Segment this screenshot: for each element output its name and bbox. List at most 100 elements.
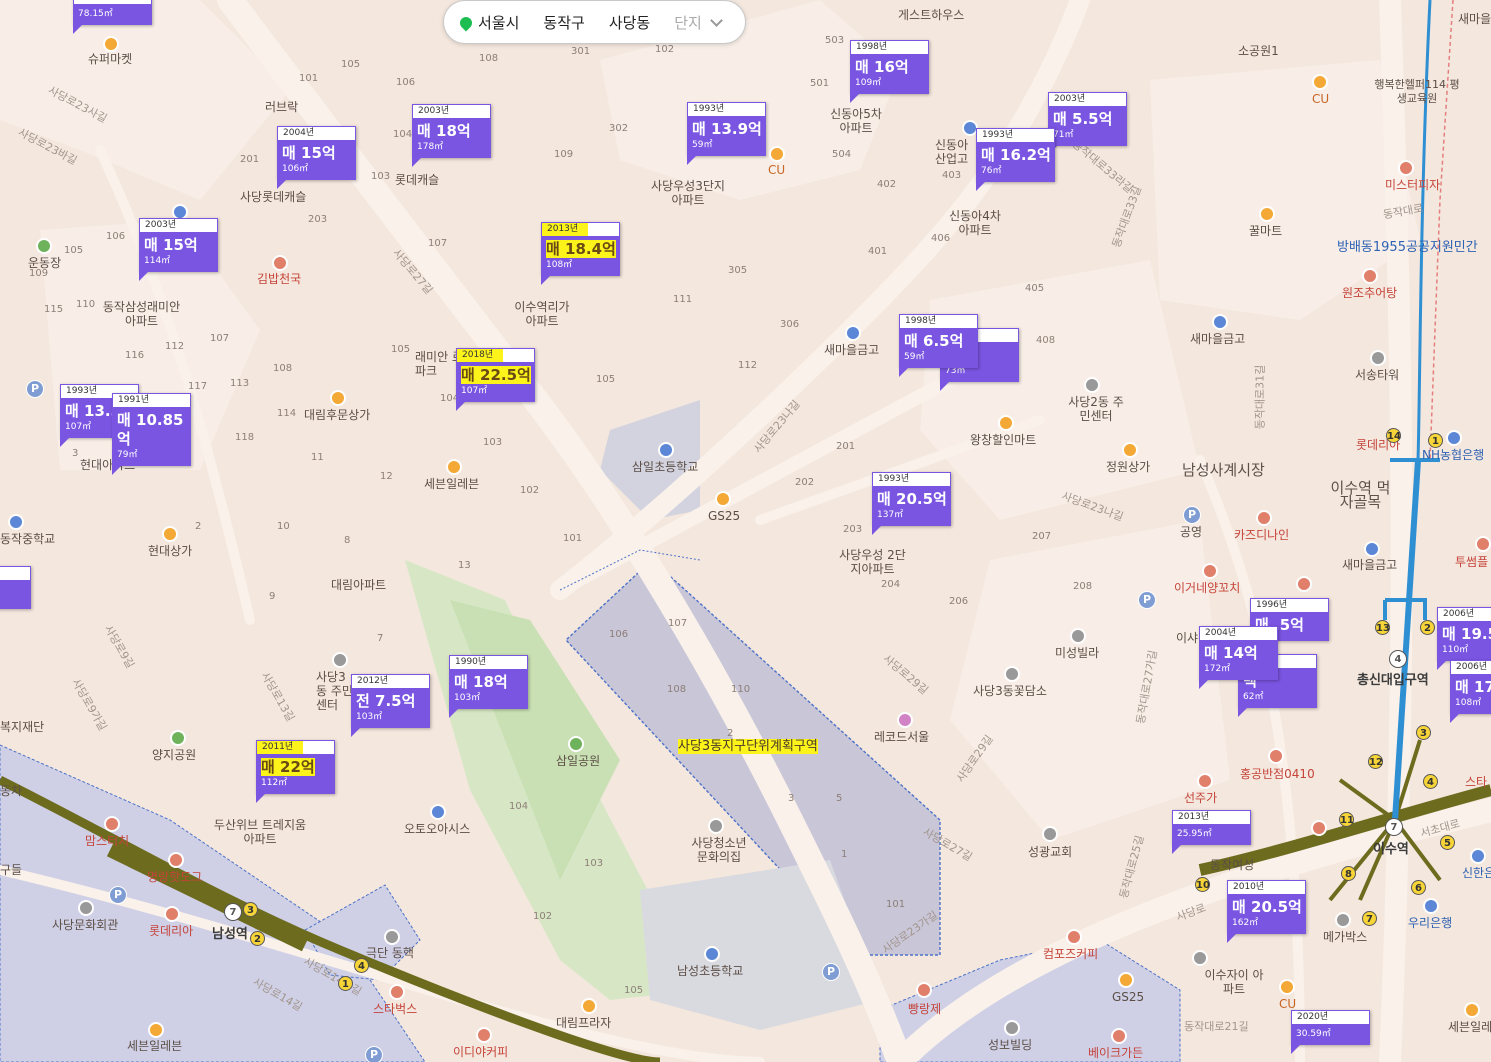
place-cadinaine[interactable]: 카즈디나인 [1234,528,1289,542]
place-nh[interactable]: NH농협은행 [1422,448,1484,462]
place-sevenel-2[interactable]: 세븐일레 [1448,1020,1491,1034]
place-woosung3[interactable]: 사당우성3단지 아파트 [648,179,728,207]
exit-12-icon[interactable]: 12 [1368,754,1383,769]
restaurant-pin-icon[interactable] [1202,563,1218,579]
place-yangji[interactable]: 양지공원 [152,748,196,762]
place-saemaeul-kg-3[interactable]: 새마을금고 [1342,558,1397,572]
mart-pin-icon[interactable] [1259,206,1275,222]
cinema-pin-icon[interactable] [1335,912,1351,928]
place-rubrack[interactable]: 러브락 [265,100,298,114]
cafe-pin-icon[interactable] [1111,1028,1127,1044]
listing-marker[interactable]: 억 [0,566,31,609]
theater-pin-icon[interactable] [384,929,400,945]
place-gongyoung[interactable]: 공영 [1180,525,1202,539]
exit-3-icon[interactable]: 3 [1416,725,1431,740]
listing-marker[interactable]: 2013년 25.95㎡ [1172,810,1251,854]
restaurant-pin-icon[interactable] [164,906,180,922]
place-doosan[interactable]: 두산위브 트레지움아파트 [210,818,310,846]
restaurant-pin-icon[interactable] [1197,773,1213,789]
place-gudeul[interactable]: 구들 [0,863,22,877]
culture-pin-icon[interactable] [78,900,94,916]
place-kimbap[interactable]: 김밥천국 [257,272,301,286]
place-isu-xi[interactable]: 이수자이 아파트 [1204,968,1264,996]
exit-1-icon[interactable]: 1 [1428,433,1443,448]
station-7-icon[interactable]: 7 [1385,818,1403,836]
exit-10-icon[interactable]: 10 [1195,877,1210,892]
exit-2-icon[interactable]: 2 [1420,620,1435,635]
listing-marker[interactable]: 2011년 매 22억 112㎡ [256,740,335,803]
complex-selector[interactable]: 단지 [662,12,733,33]
place-sevenel[interactable]: 세븐일레븐 [424,477,479,491]
place-samgyup[interactable]: 이샤 [1176,631,1198,645]
restaurant-pin-icon[interactable] [1296,576,1312,592]
parking-icon[interactable]: P [1183,506,1201,524]
place-miseong[interactable]: 미성빌라 [1055,646,1099,660]
listing-marker[interactable]: 2003년 매 5.5억 71㎡ [1048,92,1127,155]
place-dongjak-mid[interactable]: 동작중학교 [0,532,55,546]
exit-13-icon[interactable]: 13 [1375,620,1390,635]
place-woori[interactable]: 우리은행 [1408,916,1452,930]
store-pin-icon[interactable] [715,491,731,507]
bank-pin-icon[interactable] [1364,541,1380,557]
place-daerim-plaza[interactable]: 대림프라자 [556,1016,611,1030]
place-shindong5[interactable]: 신동아5차 아파트 [826,107,886,135]
place-hangbok[interactable]: 행복한헬퍼114 평생교육원 [1372,78,1462,106]
listing-marker[interactable]: 2004년 매 15억 106㎡ [277,126,356,189]
place-geukdan[interactable]: 극단 동핵 [366,946,414,960]
place-hyundai-mall[interactable]: 현대상가 [148,544,192,558]
place-bangbae[interactable]: 방배동1955공공지원민간 [1337,241,1478,255]
place-dongjak-women[interactable]: 동작여성 [1210,858,1254,872]
exit-14-icon[interactable]: 14 [1386,428,1401,443]
place-sadang3-center[interactable]: 사당3동 주민센터 [316,670,354,712]
parking-icon[interactable]: P [822,963,840,981]
region-selector[interactable]: 서울시 [444,12,531,33]
service-pin-icon[interactable] [430,804,446,820]
restaurant-pin-icon[interactable] [168,852,184,868]
listing-marker[interactable]: 1990년 매 18억 103㎡ [449,655,528,718]
cu-pin-icon[interactable] [769,146,785,162]
place-isu-rica[interactable]: 이수역리가 아파트 [512,300,572,328]
listing-marker[interactable]: 2003년 매 18억 178㎡ [412,104,491,167]
place-namsung-school[interactable]: 남성초등학교 [677,964,743,978]
place-namsung-market[interactable]: 남성사계시장 [1182,463,1265,478]
place-cu-2[interactable]: CU [1312,92,1329,106]
restaurant-pin-icon[interactable] [1398,160,1414,176]
cu-pin-icon[interactable] [1279,979,1295,995]
parking-icon[interactable]: P [26,380,44,398]
place-saemaeul-kg-2[interactable]: 새마을금고 [1190,332,1245,346]
exit-7-icon[interactable]: 7 [1362,911,1377,926]
place-woosung2[interactable]: 사당우성 2단지아파트 [835,548,910,576]
mall-pin-icon[interactable] [1122,442,1138,458]
listing-marker[interactable]: 2006년 매 17 108㎡ [1450,660,1491,723]
place-otoo[interactable]: 오토오아시스 [404,822,470,836]
place-ppang[interactable]: 빵랑제 [908,1002,941,1016]
place-mistpizza[interactable]: 미스터피자 [1385,178,1440,192]
place-kkulmart[interactable]: 꿀마트 [1249,224,1282,238]
place-saemaeul-kg-4[interactable]: 새마을금고 [1458,12,1491,26]
place-seonjuga[interactable]: 선주가 [1184,791,1217,805]
place-samil-park[interactable]: 삼일공원 [556,754,600,768]
cafe-pin-icon[interactable] [1066,929,1082,945]
place-daerim-apt[interactable]: 대림아파트 [331,578,386,592]
restaurant-pin-icon[interactable] [104,816,120,832]
station-chongsin[interactable]: 총신대입구역 [1357,674,1429,688]
bank-pin-icon[interactable] [845,325,861,341]
exit-4-icon[interactable]: 4 [354,958,369,973]
mall-pin-icon[interactable] [330,390,346,406]
bank-pin-icon[interactable] [1212,314,1228,330]
listing-marker[interactable]: 2020년 30.59㎡ [1291,1010,1370,1054]
bank-pin-icon[interactable] [1423,898,1439,914]
building-pin-icon[interactable] [1370,350,1386,366]
place-cu[interactable]: CU [768,163,785,177]
park-pin-icon[interactable] [568,736,584,752]
place-wangchang[interactable]: 왕창할인마트 [970,433,1036,447]
exit-5-icon[interactable]: 5 [1440,835,1455,850]
place-sevenel-3[interactable]: 세븐일레븐 [127,1039,182,1053]
place-isu-food[interactable]: 이수역 먹자골목 [1328,481,1393,510]
exit-4-icon[interactable]: 4 [1423,774,1438,789]
station-4-icon[interactable]: 4 [1389,650,1407,668]
cafe-pin-icon[interactable] [916,982,932,998]
exit-6-icon[interactable]: 6 [1411,880,1426,895]
exit-8-icon[interactable]: 8 [1341,866,1356,881]
place-myungrang[interactable]: 명랑핫도그 [147,870,202,884]
